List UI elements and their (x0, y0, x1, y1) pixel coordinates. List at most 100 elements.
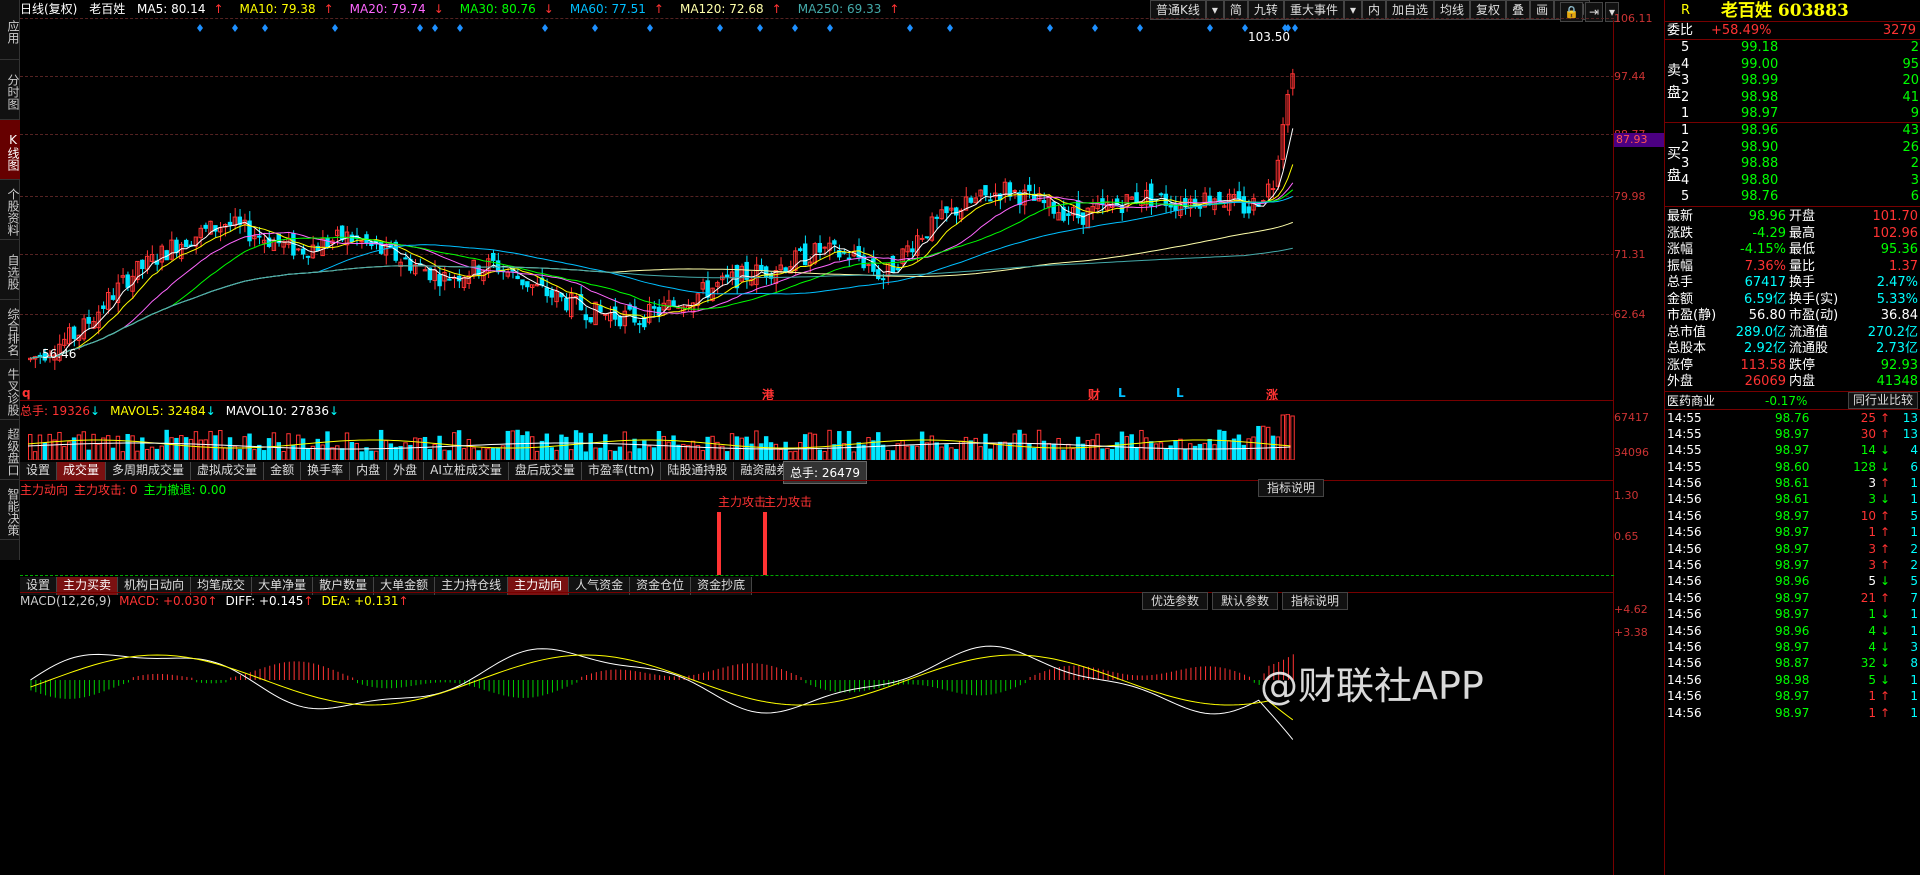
macd-hist-bar (230, 677, 232, 680)
volume-tab[interactable]: 陆股通持股 (661, 462, 735, 480)
macd-hist-bar (176, 675, 178, 680)
quote-label: 最低 (1789, 242, 1816, 257)
volume-bar (247, 433, 252, 460)
candle-body (1041, 199, 1047, 204)
volume-tab[interactable]: 虚拟成交量 (191, 462, 265, 480)
macd-hist-bar (927, 680, 929, 687)
expand-icon[interactable]: ⇥ (1584, 2, 1604, 22)
macd-hist-bar (205, 680, 207, 684)
tick-price: 98.97 (1775, 426, 1810, 441)
volume-tab[interactable]: 外盘 (387, 462, 425, 480)
volume-bar (1036, 429, 1042, 460)
candle-body (910, 248, 915, 253)
book-price: 98.96 (1741, 123, 1779, 138)
volume-bar (1158, 442, 1164, 460)
attack-bar (763, 512, 767, 575)
macd-hist-bar (595, 672, 597, 680)
volume-tab[interactable]: 市盈率(ttm) (582, 462, 662, 480)
volume-tab[interactable]: 成交量 (57, 462, 107, 480)
volume-tab[interactable]: 盘后成交量 (509, 462, 582, 480)
volume-bar (617, 446, 623, 460)
nav-8[interactable]: 超级盘口 (0, 420, 20, 480)
volume-tab[interactable]: 金额 (264, 462, 302, 480)
toolbar-button[interactable]: 九转 (1247, 0, 1284, 20)
volume-bar (944, 444, 949, 460)
toolbar-button[interactable]: 均线 (1434, 0, 1471, 20)
nav-1[interactable]: 应用 (0, 0, 20, 60)
sector-name[interactable]: 医药商业 (1667, 392, 1715, 410)
volume-tab[interactable]: 内盘 (350, 462, 388, 480)
weibi-diff: 3279 (1882, 23, 1916, 38)
volume-chart[interactable] (20, 414, 1614, 460)
kline-chart[interactable] (20, 20, 1614, 400)
toolbar-button[interactable]: ▾ (1205, 0, 1224, 20)
volume-bar (320, 444, 325, 460)
macd-hist-bar (810, 680, 812, 686)
tick-direction-icon: ↓ (1879, 656, 1890, 671)
quote-label: 开盘 (1789, 209, 1816, 224)
toolbar-button[interactable]: 画 (1530, 0, 1555, 20)
tick-volume: 4 (1868, 623, 1876, 638)
lock-icon[interactable]: 🔒 (1560, 2, 1583, 22)
volume-tab[interactable]: 设置 (20, 462, 58, 480)
nav-2[interactable]: 分时图 (0, 60, 20, 120)
volume-bar (515, 429, 520, 460)
candle-body (1270, 188, 1276, 191)
volume-bar (354, 442, 359, 460)
book-row: 5 99.18 2 (1681, 40, 1919, 57)
main-force-explain-button[interactable]: 指标说明 (1258, 479, 1325, 497)
volume-bar (1124, 436, 1130, 460)
toolbar-button[interactable]: 叠 (1506, 0, 1531, 20)
macd-chart[interactable] (20, 610, 1614, 875)
ask-book: 卖盘 5 99.18 2 4 99.00 95 3 98.99 20 2 98.98 41 1 98.97… (1665, 40, 1920, 123)
toolbar-button[interactable]: ▾ (1343, 0, 1362, 20)
volume-tab[interactable]: 换手率 (301, 462, 351, 480)
volume-bar (1275, 436, 1281, 460)
volume-bar (564, 436, 569, 460)
chart-type-label: 日线(复权) (20, 2, 78, 16)
macd-hist-bar (157, 673, 159, 680)
toolbar-button[interactable]: 加自选 (1386, 0, 1435, 20)
nav-9[interactable]: 智能决策 (0, 480, 20, 540)
macd-hist-bar (49, 680, 51, 697)
tick-count: 2 (1910, 558, 1918, 573)
volume-bar (364, 447, 369, 460)
macd-button[interactable]: 指标说明 (1282, 592, 1349, 610)
volume-bar (1148, 441, 1154, 460)
tick-volume: 128 (1853, 459, 1876, 474)
ma-arrow: ↑ (653, 2, 664, 16)
volume-tab[interactable]: 多周期成交量 (106, 462, 192, 480)
macd-hist-bar (1097, 668, 1099, 680)
peer-compare-button[interactable]: 同行业比较 (1847, 391, 1918, 409)
tick-direction-icon: ↓ (1879, 672, 1890, 687)
toolbar-button[interactable]: 普通K线 (1150, 0, 1206, 20)
toolbar-button[interactable]: 简 (1223, 0, 1248, 20)
volume-bar (705, 436, 710, 460)
macd-hist-bar (488, 680, 490, 692)
candle-body (1197, 206, 1203, 209)
volume-bar (983, 433, 988, 460)
volume-bar (281, 450, 286, 460)
toolbar-button[interactable]: 重大事件 (1283, 0, 1344, 20)
quote-label: 金额 (1667, 291, 1694, 307)
macd-button[interactable]: 优选参数 (1142, 592, 1209, 610)
nav-6[interactable]: 综合排名 (0, 300, 20, 360)
nav-3[interactable]: K线图 (0, 120, 20, 180)
nav-7[interactable]: 牛叉诊股 (0, 360, 20, 420)
volume-bar (851, 451, 857, 460)
volume-tab[interactable]: AI立桩成交量 (424, 462, 509, 480)
tick-count: 1 (1910, 492, 1918, 507)
nav-4[interactable]: 个股资料 (0, 180, 20, 240)
tick-time: 14:56 (1667, 705, 1702, 720)
event-diamond (1137, 24, 1143, 32)
toolbar-button[interactable]: 内 (1361, 0, 1386, 20)
quote-value: 2.73亿 (1876, 341, 1918, 356)
macd-button[interactable]: 默认参数 (1212, 592, 1279, 610)
book-volume: 2 (1910, 40, 1919, 55)
toolbar-button[interactable]: 复权 (1470, 0, 1507, 20)
macd-hist-bar (361, 680, 363, 685)
candle-body (598, 305, 603, 313)
volume-bar (1085, 440, 1091, 460)
macd-hist-bar (961, 680, 963, 694)
nav-5[interactable]: 自选股 (0, 240, 20, 300)
